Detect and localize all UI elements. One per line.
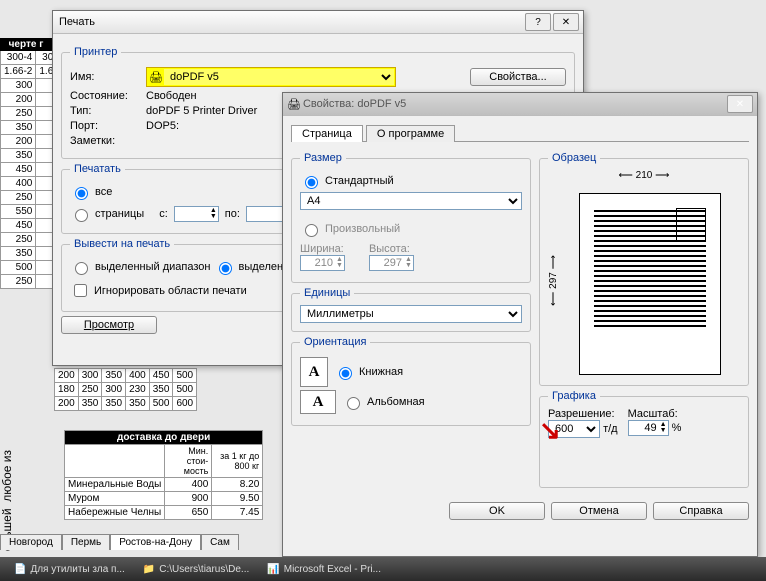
help-button[interactable]: ? bbox=[525, 13, 551, 31]
sheet-tabs[interactable]: НовгородПермьРостов-на-ДонуСам bbox=[0, 534, 239, 550]
header-strip: черте г bbox=[0, 38, 52, 51]
cancel-button[interactable]: Отмена bbox=[551, 502, 647, 520]
sample-group: Образец ⟵ 210 ⟶ ⟵ 297 ⟶ bbox=[539, 152, 749, 386]
tab-page[interactable]: Страница bbox=[291, 125, 363, 142]
name-label: Имя: bbox=[70, 71, 140, 83]
help-button[interactable]: Справка bbox=[653, 502, 749, 520]
orientation-group: Ориентация A Книжная A Альбомная bbox=[291, 336, 531, 426]
size-standard[interactable]: Стандартный bbox=[300, 173, 394, 189]
width-spin: ▲▼ bbox=[300, 255, 345, 271]
resolution-select[interactable]: 600 bbox=[548, 420, 600, 438]
close-button[interactable]: ✕ bbox=[727, 95, 753, 113]
folder-icon: 📁 bbox=[143, 564, 155, 575]
orient-landscape[interactable]: A Альбомная bbox=[300, 390, 522, 414]
orient-portrait[interactable]: A Книжная bbox=[300, 357, 522, 387]
close-button[interactable]: ✕ bbox=[553, 13, 579, 31]
tab-bar: Страница О программе bbox=[291, 124, 749, 142]
props-title: Свойства: doPDF v5 bbox=[301, 98, 727, 110]
doc-icon: 📄 bbox=[14, 564, 26, 575]
page-preview bbox=[579, 193, 721, 375]
ok-button[interactable]: OK bbox=[449, 502, 545, 520]
taskbar-item[interactable]: 📁C:\Users\tiarus\De... bbox=[135, 562, 257, 577]
properties-dialog: 🖨 Свойства: doPDF v5 ✕ Страница О програ… bbox=[282, 92, 758, 557]
taskbar-item[interactable]: 📊Microsoft Excel - Pri... bbox=[259, 562, 389, 577]
graphics-group: Графика Разрешение: 600 т/д Масштаб: ▲▼ … bbox=[539, 390, 749, 488]
scale-label: Масштаб: bbox=[628, 408, 678, 420]
printer-select[interactable]: doPDF v5 bbox=[164, 69, 394, 85]
range-pages[interactable]: страницы bbox=[70, 206, 144, 222]
taskbar: 📄Для утилиты зла п... 📁C:\Users\tiarus\D… bbox=[0, 557, 766, 581]
size-custom[interactable]: Произвольный bbox=[300, 221, 400, 237]
landscape-icon: A bbox=[300, 390, 336, 414]
portrait-icon: A bbox=[300, 357, 328, 387]
print-title: Печать bbox=[57, 16, 525, 28]
height-spin: ▲▼ bbox=[369, 255, 414, 271]
tab-about[interactable]: О программе bbox=[366, 125, 455, 142]
out-range[interactable]: выделенный диапазон bbox=[70, 259, 210, 275]
paper-size-select[interactable]: A4 bbox=[300, 192, 522, 210]
properties-button[interactable]: Свойства... bbox=[470, 68, 566, 86]
excel-icon: 📊 bbox=[267, 564, 279, 575]
scale-spin[interactable]: ▲▼ bbox=[628, 420, 669, 436]
range-all[interactable]: все bbox=[70, 184, 112, 200]
units-group: Единицы Миллиметры bbox=[291, 287, 531, 332]
units-select[interactable]: Миллиметры bbox=[300, 305, 522, 323]
from-spin[interactable]: ▲▼ bbox=[174, 206, 219, 222]
bg-mid-table: 200300350400450500 180250300230350500 20… bbox=[54, 368, 197, 411]
printer-small-icon: 🖨 bbox=[287, 98, 301, 111]
taskbar-item[interactable]: 📄Для утилиты зла п... bbox=[6, 562, 133, 577]
ignore-areas[interactable]: Игнорировать области печати bbox=[70, 281, 247, 300]
printer-icon: 🖨 bbox=[148, 71, 164, 84]
res-label: Разрешение: bbox=[548, 408, 615, 420]
delivery-table: доставка до двери Мин. стои-мостьза 1 кг… bbox=[64, 430, 263, 520]
preview-button[interactable]: Просмотр bbox=[61, 316, 157, 334]
size-group: Размер Стандартный A4 Произвольный Ширин… bbox=[291, 152, 531, 283]
